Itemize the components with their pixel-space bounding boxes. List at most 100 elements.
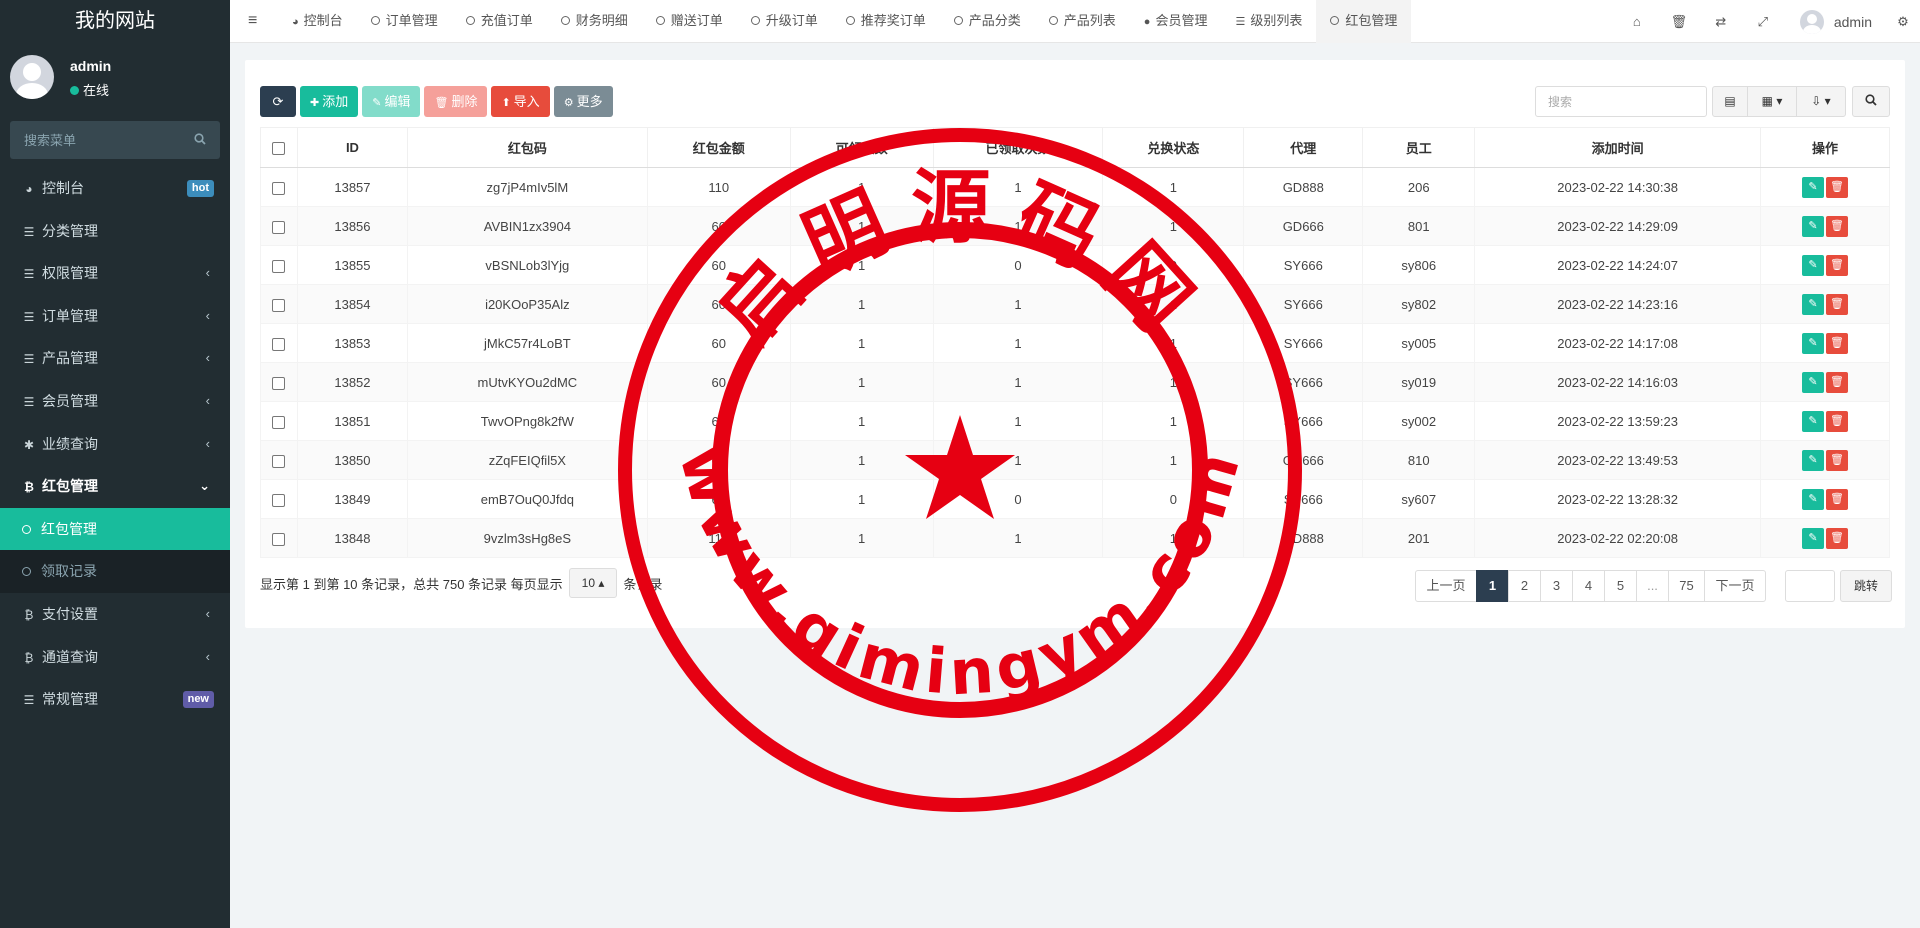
row-checkbox[interactable]	[272, 220, 286, 234]
col-status[interactable]: 兑换状态	[1102, 127, 1245, 168]
sidebar-item-payment[interactable]: ₿ 支付设置 ‹	[0, 593, 230, 636]
next-page-button[interactable]: 下一页	[1704, 570, 1766, 602]
row-delete-button[interactable]: 🗑	[1826, 488, 1848, 510]
gears-icon[interactable]: ⚙	[1886, 14, 1920, 30]
page-3-button[interactable]: 3	[1540, 570, 1573, 602]
sidebar-item-general[interactable]: ☰ 常规管理 new	[0, 678, 230, 721]
table-row[interactable]: 13853 jMkC57r4LoBT 60 1 1 1 SY666 sy005 2023-02-…	[260, 323, 1890, 363]
row-edit-button[interactable]: ✎	[1802, 254, 1824, 276]
jump-button[interactable]: 跳转	[1840, 570, 1892, 602]
row-edit-button[interactable]: ✎	[1802, 488, 1824, 510]
row-delete-button[interactable]: 🗑	[1826, 410, 1848, 432]
tab-orders[interactable]: 订单管理	[357, 0, 452, 43]
more-button[interactable]: ⚙ 更多	[553, 86, 613, 117]
sidebar-item-members[interactable]: ☰ 会员管理 ‹	[0, 380, 230, 423]
import-button[interactable]: ⬆ 导入	[491, 86, 550, 117]
table-row[interactable]: 13852 mUtvKYOu2dMC 60 1 1 1 SY666 sy019 2023-02-…	[260, 362, 1890, 402]
site-title[interactable]: 我的网站	[0, 0, 230, 43]
table-row[interactable]: 13849 emB7OuQ0Jfdq 60 1 0 0 SY666 sy607 2023-02-…	[260, 479, 1890, 519]
table-row[interactable]: 13856 AVBIN1zx3904 60 1 1 1 GD666 801 2023-02-22…	[260, 206, 1890, 246]
sidebar-item-permission[interactable]: ☰ 权限管理 ‹	[0, 252, 230, 295]
col-amount[interactable]: 红包金额	[646, 127, 791, 168]
row-edit-button[interactable]: ✎	[1802, 215, 1824, 237]
row-delete-button[interactable]: 🗑	[1826, 449, 1848, 471]
delete-button[interactable]: 🗑 删除	[424, 86, 488, 117]
sidebar-item-orders[interactable]: ☰ 订单管理 ‹	[0, 295, 230, 338]
row-edit-button[interactable]: ✎	[1802, 371, 1824, 393]
row-edit-button[interactable]: ✎	[1802, 449, 1824, 471]
edit-button[interactable]: ✎ 编辑	[362, 86, 421, 117]
tab-finance[interactable]: 财务明细	[547, 0, 642, 43]
table-row[interactable]: 13850 zZqFEIQfil5X 60 1 1 1 GD666 810 2023-02-22…	[260, 440, 1890, 480]
tab-levels[interactable]: ☰ 级别列表	[1221, 0, 1316, 43]
export-button[interactable]: ⇩ ▾	[1796, 86, 1846, 117]
col-code[interactable]: 红包码	[406, 127, 648, 168]
row-delete-button[interactable]: 🗑	[1826, 176, 1848, 198]
col-claimable[interactable]: 可领次数	[789, 127, 934, 168]
table-row[interactable]: 13851 TwvOPng8k2fW 60 1 1 1 SY666 sy002 2023-02-…	[260, 401, 1890, 441]
table-row[interactable]: 13857 zg7jP4mIv5lM 110 1 1 1 GD888 206 2023-02-2…	[260, 167, 1890, 207]
translate-icon[interactable]: ⇄	[1700, 14, 1742, 30]
sidebar-subitem-redpacket-manage[interactable]: 红包管理	[0, 507, 230, 551]
row-edit-button[interactable]: ✎	[1802, 410, 1824, 432]
toggle-view-button[interactable]: ▤	[1712, 86, 1748, 117]
row-checkbox[interactable]	[272, 181, 286, 195]
tab-upgrade-orders[interactable]: 升级订单	[737, 0, 832, 43]
tab-members[interactable]: ● 会员管理	[1130, 0, 1222, 43]
table-row[interactable]: 13854 i20KOoP35Alz 60 1 1 1 SY666 sy802 2023-02-…	[260, 284, 1890, 324]
table-search-input[interactable]	[1536, 87, 1706, 116]
row-edit-button[interactable]: ✎	[1802, 176, 1824, 198]
tab-referral-orders[interactable]: 推荐奖订单	[832, 0, 940, 43]
fullscreen-icon[interactable]: ⤢	[1742, 14, 1784, 30]
row-edit-button[interactable]: ✎	[1802, 527, 1824, 549]
top-user-menu[interactable]: admin	[1799, 9, 1872, 34]
sidebar-item-dashboard[interactable]: ◕ 控制台 hot	[0, 167, 230, 210]
row-checkbox[interactable]	[272, 376, 286, 390]
row-checkbox[interactable]	[272, 337, 286, 351]
row-checkbox[interactable]	[272, 259, 286, 273]
prev-page-button[interactable]: 上一页	[1415, 570, 1477, 602]
col-staff[interactable]: 员工	[1362, 127, 1476, 168]
sidebar-item-category[interactable]: ☰ 分类管理	[0, 210, 230, 253]
row-delete-button[interactable]: 🗑	[1826, 215, 1848, 237]
row-delete-button[interactable]: 🗑	[1826, 371, 1848, 393]
page-75-button[interactable]: 75	[1668, 570, 1705, 602]
jump-page-input[interactable]	[1785, 570, 1835, 602]
col-id[interactable]: ID	[296, 127, 408, 168]
select-all-checkbox[interactable]	[272, 142, 286, 156]
tab-gift-orders[interactable]: 赠送订单	[642, 0, 737, 43]
row-checkbox[interactable]	[272, 298, 286, 312]
page-1-button[interactable]: 1	[1476, 570, 1509, 602]
row-checkbox[interactable]	[272, 532, 286, 546]
tab-dashboard[interactable]: ◕ 控制台	[278, 0, 357, 43]
search-icon[interactable]	[194, 133, 206, 148]
page-size-select[interactable]: 10 ▴	[568, 568, 618, 598]
tab-recharge[interactable]: 充值订单	[452, 0, 547, 43]
columns-button[interactable]: ▦ ▾	[1747, 86, 1797, 117]
table-row[interactable]: 13848 9vzlm3sHg8eS 110 1 1 1 GD888 201 2023-02-2…	[260, 518, 1890, 558]
col-claimed[interactable]: 已领取次数	[932, 127, 1104, 168]
row-delete-button[interactable]: 🗑	[1826, 254, 1848, 276]
tab-product-list[interactable]: 产品列表	[1035, 0, 1130, 43]
row-checkbox[interactable]	[272, 454, 286, 468]
table-row[interactable]: 13855 vBSNLob3lYjg 60 1 0 0 SY666 sy806 2023-02-…	[260, 245, 1890, 285]
home-icon[interactable]: ⌂	[1616, 14, 1658, 29]
add-button[interactable]: ✚ 添加	[300, 86, 359, 117]
search-button[interactable]	[1852, 86, 1890, 117]
tab-product-category[interactable]: 产品分类	[940, 0, 1035, 43]
page-5-button[interactable]: 5	[1604, 570, 1637, 602]
row-delete-button[interactable]: 🗑	[1826, 293, 1848, 315]
page-4-button[interactable]: 4	[1572, 570, 1605, 602]
row-edit-button[interactable]: ✎	[1802, 293, 1824, 315]
trash-icon[interactable]: 🗑	[1658, 14, 1700, 30]
page-2-button[interactable]: 2	[1508, 570, 1541, 602]
row-edit-button[interactable]: ✎	[1802, 332, 1824, 354]
hamburger-icon[interactable]: ≡	[248, 12, 257, 30]
sidebar-item-redpacket[interactable]: ₿ 红包管理 ⌄	[0, 465, 230, 508]
sidebar-item-products[interactable]: ☰ 产品管理 ‹	[0, 337, 230, 380]
refresh-button[interactable]: ⟳	[260, 86, 296, 117]
col-agent[interactable]: 代理	[1243, 127, 1364, 168]
menu-search-input[interactable]	[10, 121, 220, 159]
row-checkbox[interactable]	[272, 493, 286, 507]
sidebar-item-channel[interactable]: ₿ 通道查询 ‹	[0, 636, 230, 679]
